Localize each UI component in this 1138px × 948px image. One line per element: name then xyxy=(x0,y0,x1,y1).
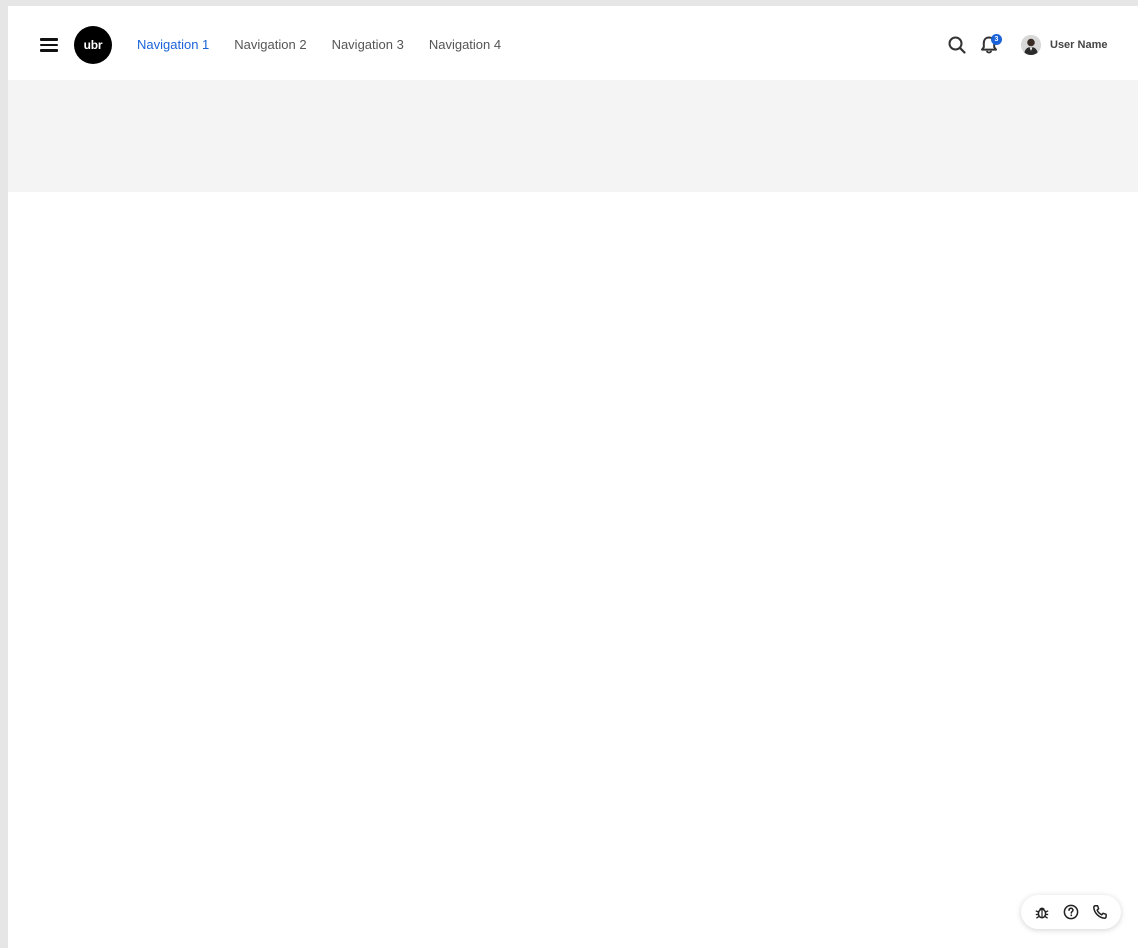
menu-bar-line xyxy=(40,49,58,52)
main-content-area xyxy=(8,192,1138,948)
top-navigation-bar: ubr Navigation 1 Navigation 2 Navigation… xyxy=(8,6,1138,80)
main-navigation: Navigation 1 Navigation 2 Navigation 3 N… xyxy=(137,37,526,53)
nav-item-3[interactable]: Navigation 3 xyxy=(332,37,404,53)
floating-support-toolbar xyxy=(1021,895,1121,929)
menu-bar-line xyxy=(40,43,58,47)
menu-bar-line xyxy=(40,38,58,41)
bug-icon[interactable] xyxy=(1033,903,1051,921)
user-name-label[interactable]: User Name xyxy=(1050,39,1107,51)
notification-badge: 3 xyxy=(991,34,1002,45)
nav-item-2[interactable]: Navigation 2 xyxy=(234,37,306,53)
brand-logo[interactable]: ubr xyxy=(74,26,112,64)
hamburger-menu-icon[interactable] xyxy=(38,38,60,52)
user-avatar[interactable] xyxy=(1021,35,1041,55)
nav-item-4[interactable]: Navigation 4 xyxy=(429,37,501,53)
phone-icon[interactable] xyxy=(1091,903,1109,921)
help-circle-icon[interactable] xyxy=(1062,903,1080,921)
search-icon[interactable] xyxy=(948,36,966,54)
app-window: ubr Navigation 1 Navigation 2 Navigation… xyxy=(8,6,1138,948)
page-header-banner xyxy=(8,80,1138,192)
nav-item-1[interactable]: Navigation 1 xyxy=(137,37,209,53)
